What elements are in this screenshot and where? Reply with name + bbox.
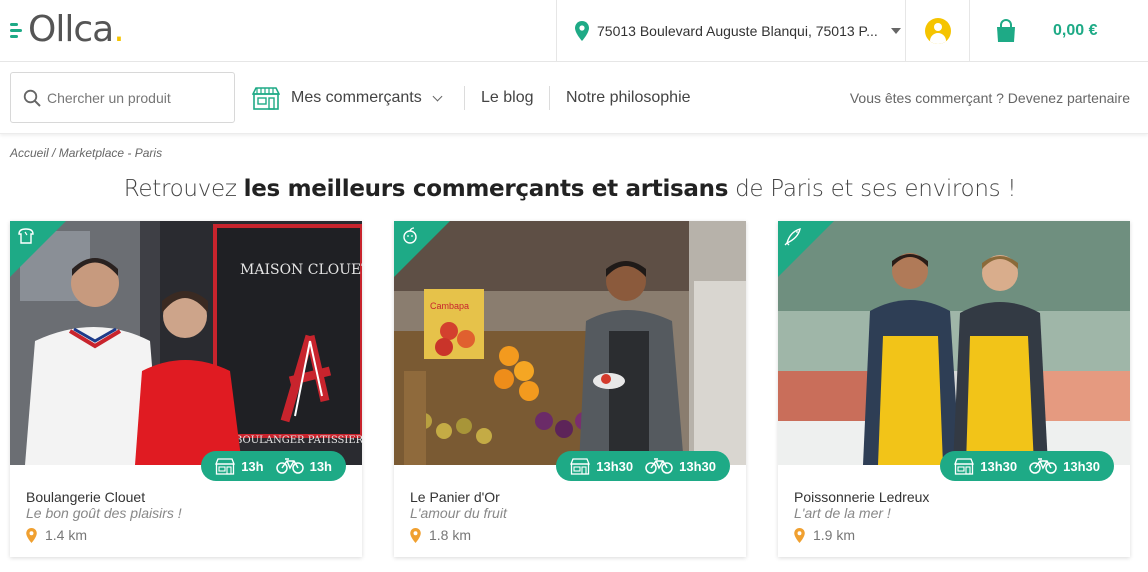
merchant-name: Boulangerie Clouet xyxy=(26,489,146,505)
pickup-time: 13h xyxy=(215,457,264,475)
logo-dot: . xyxy=(113,9,125,50)
account-button[interactable] xyxy=(906,0,970,61)
user-avatar-icon xyxy=(924,17,951,44)
merchant-distance: 1.9 km xyxy=(794,527,855,543)
headline-suffix: de Paris et ses environs ! xyxy=(728,176,1017,202)
chevron-down-icon xyxy=(891,27,901,34)
become-partner-label: Vous êtes commerçant ? Devenez partenair… xyxy=(849,90,1130,106)
merchant-slogan: L'amour du fruit xyxy=(410,505,507,521)
photo-crate-text: Cambapa xyxy=(430,301,469,311)
location-pin-icon xyxy=(410,527,421,543)
delivery-times-badge: 13h30 13h30 xyxy=(556,451,730,481)
logo-text: Ollca xyxy=(28,9,114,50)
storefront-icon xyxy=(954,457,975,475)
delivery-time: 13h30 xyxy=(1029,458,1100,474)
photo-sign-text-2: BOULANGER PATISSIER xyxy=(235,435,362,446)
cart-button[interactable]: 0,00 € xyxy=(970,0,1148,61)
merchant-card[interactable]: MAISON CLOUET BOULANGER PATISSIER 13h 13… xyxy=(10,221,362,557)
delivery-time: 13h30 xyxy=(645,458,716,474)
nav-divider xyxy=(549,86,550,110)
merchant-slogan: Le bon goût des plaisirs ! xyxy=(26,505,182,521)
delivery-time: 13h xyxy=(275,458,332,474)
product-search[interactable] xyxy=(10,72,235,123)
merchant-distance-value: 1.9 km xyxy=(813,527,856,543)
nav-my-merchants-label: Mes commerçants xyxy=(291,89,422,106)
bread-icon xyxy=(18,228,34,244)
pickup-time: 13h30 xyxy=(570,457,634,475)
merchant-card[interactable]: Cambapa 13h30 13h30 Le Panier d'Or L'amo… xyxy=(394,221,746,557)
delivery-times-badge: 13h30 13h30 xyxy=(940,451,1114,481)
search-input[interactable] xyxy=(47,89,227,106)
delivery-address-selector[interactable]: 75013 Boulevard Auguste Blanqui, 75013 P… xyxy=(556,0,906,61)
chevron-down-icon xyxy=(432,91,443,101)
headline-prefix: Retrouvez xyxy=(123,176,244,202)
nav-my-merchants[interactable]: Mes commerçants xyxy=(252,62,443,134)
merchant-card[interactable]: 13h30 13h30 Poissonnerie Ledreux L'art d… xyxy=(778,221,1130,557)
headline-bold: les meilleurs commerçants et artisans xyxy=(243,176,729,202)
search-icon xyxy=(23,89,41,107)
breadcrumb-current: Marketplace - Paris xyxy=(58,146,163,160)
become-partner-link[interactable]: Vous êtes commerçant ? Devenez partenair… xyxy=(850,62,1130,134)
top-bar: Ollca. 75013 Boulevard Auguste Blanqui, … xyxy=(0,0,1148,62)
merchant-name: Poissonnerie Ledreux xyxy=(794,489,930,505)
nav-blog-label: Le blog xyxy=(481,89,534,106)
fruit-icon xyxy=(403,227,417,244)
delivery-time-value: 13h xyxy=(309,458,332,474)
nav-divider xyxy=(464,86,465,110)
page-headline: Retrouvez les meilleurs commerçants et a… xyxy=(0,176,1140,202)
pickup-time-value: 13h30 xyxy=(980,458,1018,474)
delivery-time-value: 13h30 xyxy=(1063,458,1100,474)
nav-blog[interactable]: Le blog xyxy=(481,62,534,134)
delivery-time-value: 13h30 xyxy=(679,458,716,474)
nav-bar: Mes commerçants Le blog Notre philosophi… xyxy=(0,62,1148,134)
ollca-logo[interactable]: Ollca. xyxy=(10,8,125,52)
merchant-distance: 1.4 km xyxy=(26,527,87,543)
fish-icon xyxy=(784,227,801,246)
merchant-photo xyxy=(778,221,1130,465)
merchant-distance-value: 1.4 km xyxy=(45,527,88,543)
merchant-distance: 1.8 km xyxy=(410,527,471,543)
nav-philosophy-label: Notre philosophie xyxy=(566,89,691,106)
cart-total: 0,00 € xyxy=(1053,21,1098,39)
bicycle-icon xyxy=(1029,458,1057,474)
pickup-time-value: 13h30 xyxy=(596,458,634,474)
storefront-icon xyxy=(252,87,280,110)
shopping-bag-icon xyxy=(997,18,1015,42)
breadcrumb: Accueil / Marketplace - Paris xyxy=(10,146,162,160)
merchant-name: Le Panier d'Or xyxy=(410,489,500,505)
breadcrumb-separator: / xyxy=(48,146,59,160)
location-pin-icon xyxy=(26,527,37,543)
nav-philosophy[interactable]: Notre philosophie xyxy=(566,62,691,134)
delivery-times-badge: 13h 13h xyxy=(201,451,346,481)
photo-sign-text: MAISON CLOUET xyxy=(240,262,362,278)
location-pin-icon xyxy=(575,20,589,41)
logo-lines-icon xyxy=(10,21,26,39)
breadcrumb-home-link[interactable]: Accueil xyxy=(10,146,49,160)
location-pin-icon xyxy=(794,527,805,543)
pickup-time-value: 13h xyxy=(241,458,264,474)
merchant-distance-value: 1.8 km xyxy=(429,527,472,543)
merchant-slogan: L'art de la mer ! xyxy=(794,505,891,521)
delivery-address: 75013 Boulevard Auguste Blanqui, 75013 P… xyxy=(597,22,878,39)
merchant-photo: Cambapa xyxy=(394,221,746,465)
storefront-icon xyxy=(570,457,591,475)
storefront-icon xyxy=(215,457,236,475)
pickup-time: 13h30 xyxy=(954,457,1018,475)
bicycle-icon xyxy=(275,458,304,474)
bicycle-icon xyxy=(645,458,673,474)
merchant-photo: MAISON CLOUET BOULANGER PATISSIER xyxy=(10,221,362,465)
